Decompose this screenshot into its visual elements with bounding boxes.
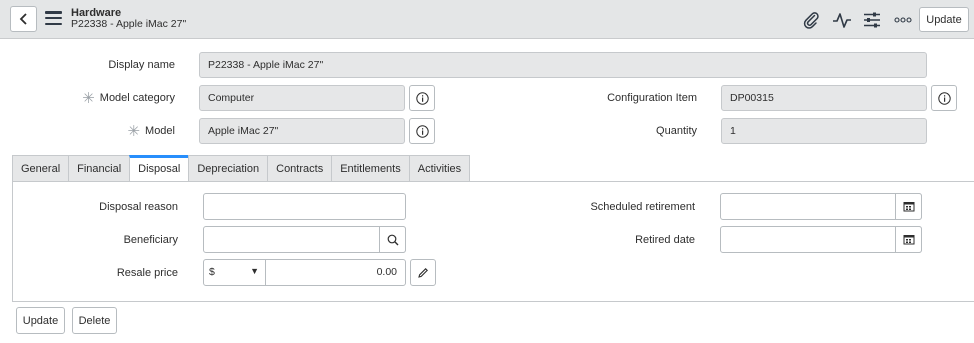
retired-date-label: Retired date xyxy=(635,234,695,246)
model-label: ✳ Model xyxy=(127,123,175,140)
retired-date-input[interactable] xyxy=(720,226,922,253)
form-header: Hardware P22338 - Apple iMac 27" Update xyxy=(0,0,974,39)
update-button[interactable]: Update xyxy=(16,307,65,334)
disposal-reason-label: Disposal reason xyxy=(99,201,178,213)
model-field[interactable]: Apple iMac 27" xyxy=(199,118,405,144)
resale-amount-value: 0.00 xyxy=(376,266,397,278)
currency-value: $ xyxy=(209,266,215,278)
back-button[interactable] xyxy=(10,6,37,32)
hamburger-menu-icon[interactable] xyxy=(45,11,62,25)
activity-pulse-icon[interactable] xyxy=(832,10,852,30)
quantity-label: Quantity xyxy=(656,125,697,137)
configuration-item-field[interactable]: DP00315 xyxy=(721,85,927,111)
configuration-item-label: Configuration Item xyxy=(607,92,697,104)
settings-sliders-icon[interactable] xyxy=(862,10,882,30)
tab-activities[interactable]: Activities xyxy=(408,155,471,182)
model-info-button[interactable] xyxy=(409,118,435,144)
configuration-item-info-button[interactable] xyxy=(931,85,957,111)
quantity-field[interactable]: 1 xyxy=(721,118,927,144)
model-category-label: ✳ Model category xyxy=(82,90,175,107)
tab-entitlements[interactable]: Entitlements xyxy=(331,155,409,182)
tab-contracts[interactable]: Contracts xyxy=(267,155,332,182)
resale-amount-input[interactable]: 0.00 xyxy=(265,259,406,286)
model-category-field[interactable]: Computer xyxy=(199,85,405,111)
chevron-left-icon xyxy=(19,13,27,25)
beneficiary-lookup-button[interactable] xyxy=(379,226,406,253)
model-category-info-button[interactable] xyxy=(409,85,435,111)
scheduled-retirement-input[interactable] xyxy=(720,193,922,220)
info-icon xyxy=(937,91,951,105)
tab-disposal[interactable]: Disposal xyxy=(129,155,189,182)
header-update-button[interactable]: Update xyxy=(919,7,969,32)
search-icon xyxy=(387,234,398,245)
disposal-reason-input[interactable] xyxy=(203,193,406,220)
display-name-field[interactable]: P22338 - Apple iMac 27" xyxy=(199,52,927,78)
calendar-icon xyxy=(903,235,914,245)
beneficiary-label: Beneficiary xyxy=(123,234,178,246)
beneficiary-input[interactable] xyxy=(203,226,406,253)
tab-general[interactable]: General xyxy=(12,155,69,182)
required-asterisk-icon: ✳ xyxy=(127,123,141,140)
info-icon xyxy=(415,124,429,138)
pencil-icon xyxy=(418,267,428,278)
retired-date-calendar-button[interactable] xyxy=(895,226,922,253)
required-asterisk-icon: ✳ xyxy=(82,90,95,107)
resale-price-label: Resale price xyxy=(116,267,178,279)
more-options-icon[interactable] xyxy=(893,10,913,30)
edit-currency-button[interactable] xyxy=(410,259,436,286)
display-name-label: Display name xyxy=(108,59,175,71)
tab-financial[interactable]: Financial xyxy=(68,155,130,182)
paperclip-icon[interactable] xyxy=(801,10,821,30)
delete-button[interactable]: Delete xyxy=(72,307,117,334)
tab-depreciation[interactable]: Depreciation xyxy=(188,155,268,182)
currency-select[interactable]: $ ▼ xyxy=(203,259,266,286)
chevron-down-icon: ▼ xyxy=(250,266,259,276)
section-tabs: General Financial Disposal Depreciation … xyxy=(12,155,471,182)
record-display-subtitle: P22338 - Apple iMac 27" xyxy=(71,18,187,30)
scheduled-retirement-calendar-button[interactable] xyxy=(895,193,922,220)
scheduled-retirement-label: Scheduled retirement xyxy=(590,201,695,213)
calendar-icon xyxy=(903,202,914,212)
info-icon xyxy=(415,91,429,105)
